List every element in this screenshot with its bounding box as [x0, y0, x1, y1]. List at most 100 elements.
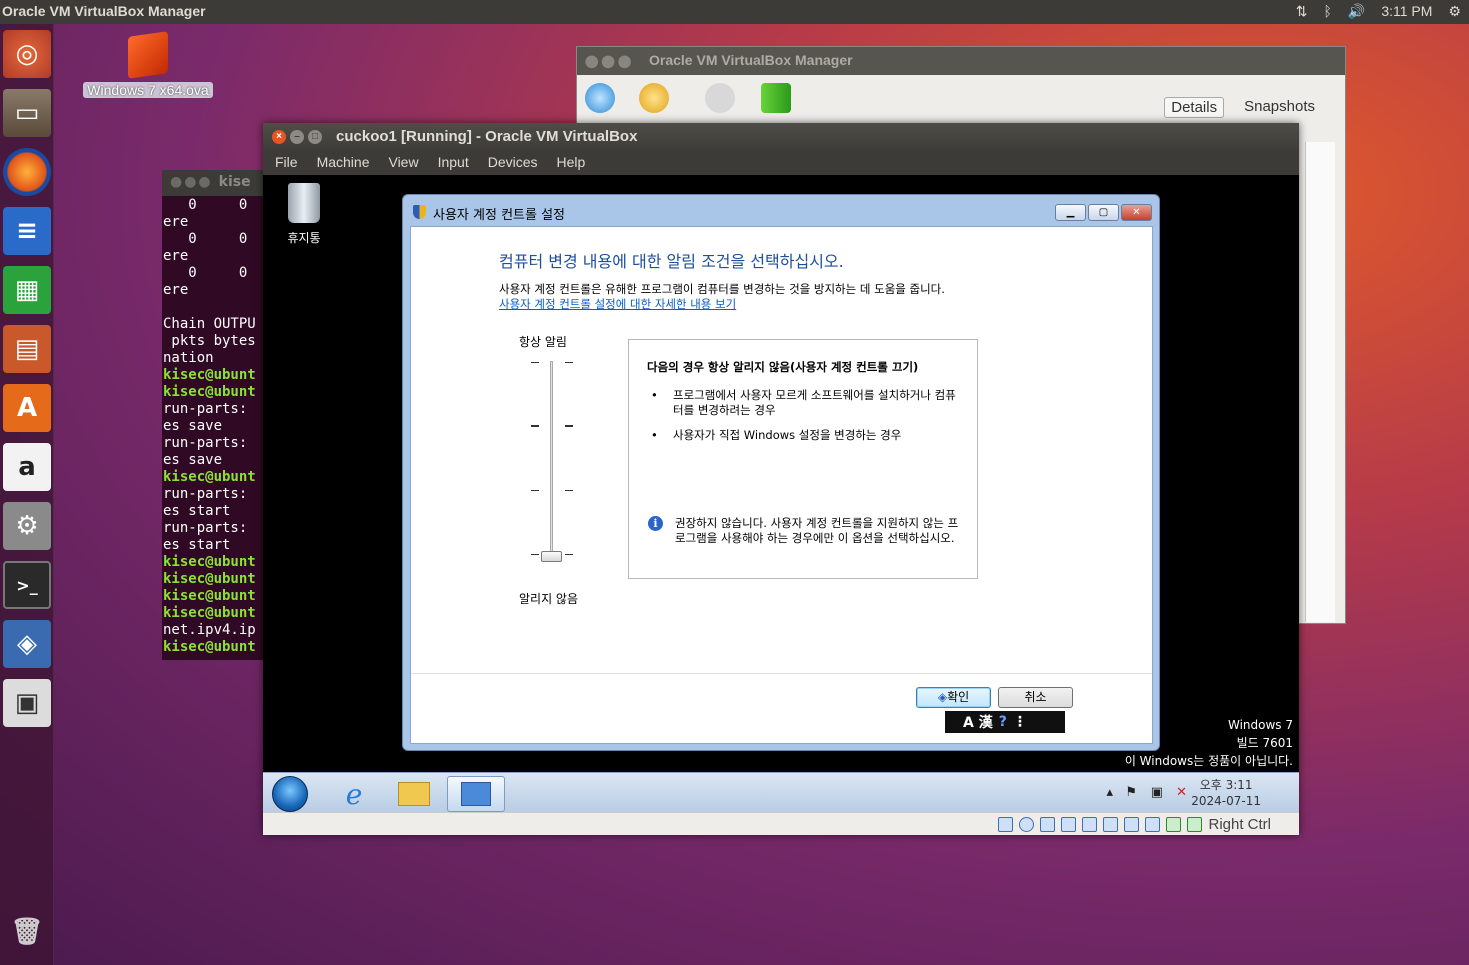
explorer-icon[interactable]	[385, 776, 443, 812]
optical-icon[interactable]	[1019, 817, 1035, 832]
host-key[interactable]: Right Ctrl	[1208, 816, 1271, 833]
minimize-icon[interactable]: –	[290, 130, 304, 144]
menu-file[interactable]: File	[275, 154, 298, 175]
discard-icon[interactable]	[705, 83, 735, 113]
vbox-manager-titlebar[interactable]: ⬤⬤⬤ Oracle VM VirtualBox Manager	[577, 47, 1345, 75]
info-warning: 권장하지 않습니다. 사용자 계정 컨트롤을 지원하지 않는 프로그램을 사용해…	[675, 516, 959, 545]
ime-toolbar[interactable]: A 漢 ? ⋮	[945, 711, 1065, 733]
trash-icon[interactable]: 🗑	[3, 908, 51, 956]
impress-icon[interactable]: ▤	[3, 325, 51, 373]
mouse-integration-icon[interactable]	[1187, 817, 1203, 832]
save-icon[interactable]: ▣	[3, 679, 51, 727]
network-icon[interactable]: ▣	[1151, 785, 1163, 800]
bluetooth-icon[interactable]: ᛒ	[1323, 3, 1331, 20]
slider-tick	[531, 362, 539, 363]
show-hidden-icons[interactable]: ▴	[1106, 785, 1113, 800]
menu-input[interactable]: Input	[438, 154, 469, 175]
launcher: ◎ ▭ ≡ ▦ ▤ A a ⚙ >_ ◈ ▣ 🗑	[0, 24, 54, 965]
desktop-file-label: Windows 7 x64.ova	[83, 82, 213, 98]
maximize-button[interactable]: ▢	[1088, 204, 1119, 221]
watermark-line-1: Windows 7	[1227, 718, 1293, 732]
terminal-output: 0 0 ere 0 0 ere 0 0 ere Chain OUTPU pkts by…	[162, 196, 272, 657]
firefox-icon[interactable]	[3, 148, 51, 196]
ie-icon[interactable]: e	[325, 776, 383, 812]
network-icon[interactable]: ⇅	[1296, 3, 1308, 20]
guest-clock[interactable]: 오후 3:11 2024-07-11	[1191, 777, 1261, 809]
files-icon[interactable]: ▭	[3, 89, 51, 137]
tab-snapshots[interactable]: Snapshots	[1238, 97, 1321, 118]
terminal-line: ere	[163, 248, 189, 264]
system-settings-icon[interactable]: ⚙	[3, 502, 51, 550]
ok-button[interactable]: ◈확인	[916, 687, 991, 708]
gear-icon[interactable]: ⚙	[1448, 3, 1461, 20]
terminal-line: kisec@ubunt	[163, 367, 256, 383]
desktop-file-ova[interactable]: Windows 7 x64.ova	[78, 31, 218, 99]
shared-folders-icon[interactable]	[1103, 817, 1119, 832]
window-controls[interactable]: ●●●	[170, 174, 213, 190]
uac-heading: 컴퓨터 변경 내용에 대한 알림 조건을 선택하십시오.	[499, 252, 844, 271]
action-center-icon[interactable]: ⚑	[1125, 785, 1137, 800]
terminal-titlebar[interactable]: ●●● kise	[162, 170, 272, 196]
tab-details[interactable]: Details	[1164, 97, 1225, 118]
minimize-button[interactable]: ▁	[1055, 204, 1086, 221]
usb-icon[interactable]	[1082, 817, 1098, 832]
terminal-line: 0 0	[163, 231, 248, 247]
software-center-icon[interactable]: A	[3, 384, 51, 432]
calc-icon[interactable]: ▦	[3, 266, 51, 314]
help-icon[interactable]: ?	[999, 714, 1007, 730]
maximize-icon[interactable]: □	[308, 130, 322, 144]
terminal-line: 0 0	[163, 197, 248, 213]
windows-watermark: Windows 7 빌드 7601 이 Windows는 정품이 아닙니다.	[1125, 716, 1293, 770]
control-panel-icon[interactable]	[447, 776, 505, 812]
slider-tick	[565, 490, 573, 491]
terminal-line: kisec@ubunt	[163, 605, 256, 621]
virtualbox-icon[interactable]: ◈	[3, 620, 51, 668]
terminal-line: run-parts:	[163, 520, 256, 536]
settings-icon[interactable]	[639, 83, 669, 113]
recycle-bin[interactable]: 휴지통	[279, 183, 329, 246]
audio-icon[interactable]	[1040, 817, 1056, 832]
ime-mode[interactable]: A 漢	[963, 712, 993, 732]
network-icon[interactable]	[1061, 817, 1077, 832]
terminal-icon[interactable]: >_	[3, 561, 51, 609]
start-icon[interactable]	[761, 83, 791, 113]
close-button[interactable]: ✕	[1121, 204, 1152, 221]
terminal-line: 0 0	[163, 265, 248, 281]
notify-slider[interactable]	[550, 361, 553, 561]
options-icon[interactable]: ⋮	[1013, 714, 1027, 730]
slider-thumb[interactable]	[541, 551, 562, 562]
amazon-icon[interactable]: a	[3, 443, 51, 491]
menu-devices[interactable]: Devices	[488, 154, 538, 175]
guest-screen[interactable]: 휴지통 사용자 계정 컨트롤 설정 ▁ ▢ ✕ 컴퓨터 변경 내용에 대한 알림…	[263, 175, 1299, 772]
vbox-manager-tabs: Details Snapshots	[1164, 97, 1321, 118]
shield-icon: ◈	[937, 690, 948, 704]
hdd-icon[interactable]	[998, 817, 1014, 832]
terminal-window[interactable]: ●●● kise 0 0 ere 0 0 ere 0 0 ere Chain OUTPU…	[162, 170, 272, 660]
volume-icon[interactable]: 🔊	[1348, 3, 1365, 20]
vbox-manager-scrollbar[interactable]	[1305, 142, 1335, 622]
start-button[interactable]	[272, 776, 308, 812]
window-controls[interactable]: ⬤⬤⬤	[585, 54, 634, 68]
display-icon[interactable]	[1124, 817, 1140, 832]
vm-titlebar[interactable]: × – □ cuckoo1 [Running] - Oracle VM Virt…	[263, 123, 1299, 151]
ubuntu-dash-icon[interactable]: ◎	[3, 30, 51, 78]
uac-help-link[interactable]: 사용자 계정 컨트롤 설정에 대한 자세한 내용 보기	[499, 296, 736, 312]
close-icon[interactable]: ×	[272, 130, 286, 144]
clock[interactable]: 3:11 PM	[1381, 3, 1432, 20]
vm-window[interactable]: × – □ cuckoo1 [Running] - Oracle VM Virt…	[263, 123, 1299, 835]
cpu-icon[interactable]	[1166, 817, 1182, 832]
capture-icon[interactable]	[1145, 817, 1161, 832]
slider-label-top: 항상 알림	[519, 335, 567, 349]
menu-help[interactable]: Help	[557, 154, 586, 175]
writer-icon[interactable]: ≡	[3, 207, 51, 255]
uac-description: 사용자 계정 컨트롤은 유해한 프로그램이 컴퓨터를 변경하는 것을 방지하는 …	[499, 282, 945, 296]
info-icon: i	[648, 516, 663, 531]
uac-content: 컴퓨터 변경 내용에 대한 알림 조건을 선택하십시오. 사용자 계정 컨트롤은…	[410, 226, 1153, 744]
menu-view[interactable]: View	[388, 154, 418, 175]
volume-icon[interactable]: ✕	[1176, 785, 1187, 800]
menu-machine[interactable]: Machine	[317, 154, 370, 175]
cancel-button[interactable]: 취소	[998, 687, 1073, 708]
watermark-line-3: 이 Windows는 정품이 아닙니다.	[1124, 754, 1293, 768]
new-icon[interactable]	[585, 83, 615, 113]
uac-titlebar[interactable]: 사용자 계정 컨트롤 설정	[403, 195, 1159, 228]
